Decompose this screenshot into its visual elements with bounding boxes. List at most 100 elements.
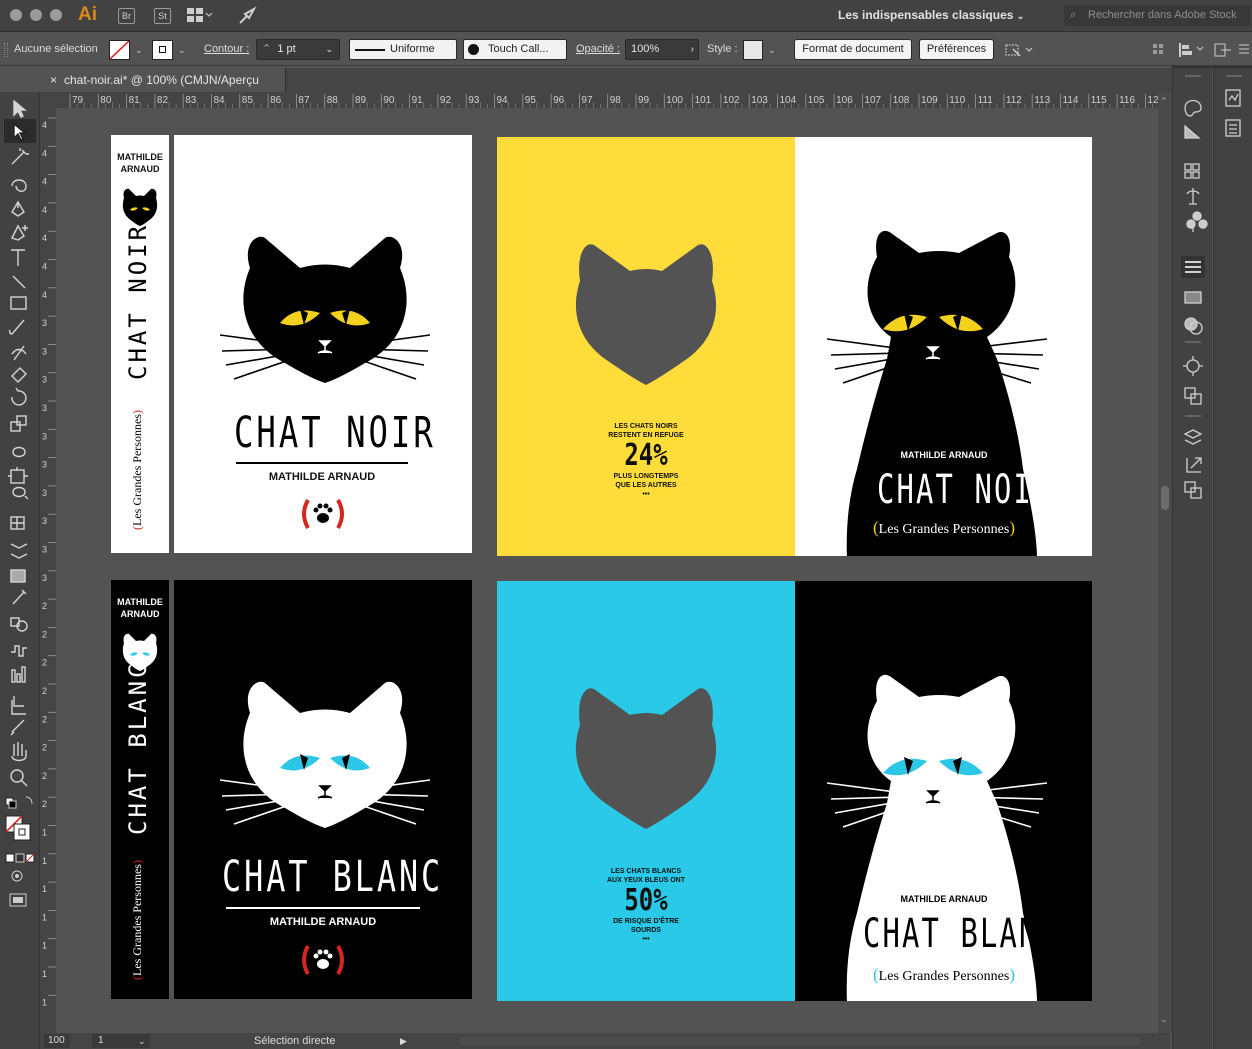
panel-dock-left [1172, 68, 1212, 1049]
chevron-down-icon[interactable]: ⌄ [135, 45, 143, 56]
artboard-noir-wrap[interactable]: LES CHATS NOIRS RESTENT EN REFUGE 24% PLU… [497, 137, 1092, 556]
arrange-documents-icon[interactable] [187, 8, 213, 23]
select-similar-icon[interactable] [1004, 40, 1034, 63]
stroke-panel-icon[interactable] [1183, 257, 1203, 277]
ruler-label: 104 [780, 95, 797, 106]
draw-mode-button[interactable] [4, 870, 36, 884]
layers-icon[interactable] [1183, 424, 1203, 444]
appearance-icon[interactable] [1183, 356, 1203, 376]
line-tool[interactable] [0, 270, 40, 294]
blend-tool[interactable] [0, 612, 40, 636]
eyedropper-tool[interactable] [0, 588, 40, 612]
artboard-tool[interactable] [0, 692, 40, 716]
ruler-label: 2 [42, 743, 47, 753]
libraries-icon[interactable] [1223, 88, 1243, 108]
artboard-blanc-spine[interactable]: MATHILDE ARNAUD CHAT BLANC (Les Grandes P… [111, 580, 169, 999]
rotate-tool[interactable] [0, 390, 40, 414]
magic-wand-tool[interactable] [0, 145, 40, 169]
opacity-label[interactable]: Opacité : [576, 43, 620, 55]
chevron-down-icon[interactable]: ⌄ [768, 45, 776, 56]
swatches-icon[interactable] [1183, 161, 1203, 181]
artboard-blanc-front[interactable]: CHAT BLANC MATHILDE ARNAUD [174, 580, 472, 999]
ruler-label: 85 [242, 95, 254, 106]
zoom-window-button[interactable] [50, 9, 62, 21]
shape-builder-tool[interactable] [0, 486, 40, 510]
ruler-label: 2 [42, 658, 47, 668]
symbols-icon[interactable] [1183, 214, 1203, 234]
stroke-swatch[interactable] [152, 40, 173, 60]
workspace-switcher[interactable]: Les indispensables classiques ⌄ [838, 8, 1024, 22]
opacity-field[interactable]: 100% › [625, 39, 699, 60]
column-graph-tool[interactable] [0, 664, 40, 688]
pen-tool[interactable] [0, 196, 40, 220]
document-setup-button[interactable]: Format de document [794, 39, 912, 60]
close-window-button[interactable] [10, 9, 22, 21]
stroke-label[interactable]: Contour : [204, 43, 249, 55]
stock-button[interactable]: St [154, 8, 171, 24]
direct-selection-tool[interactable] [0, 119, 40, 143]
eraser-tool[interactable] [0, 366, 40, 390]
hand-tool[interactable] [0, 740, 40, 764]
free-transform-tool[interactable] [0, 462, 40, 486]
artboard-noir-front[interactable]: CHAT NOIR MATHILDE ARNAUD [174, 135, 472, 553]
preferences-button[interactable]: Préférences [919, 39, 994, 60]
ruler-label: 1 [42, 941, 47, 951]
ruler-label: 2 [42, 714, 47, 724]
fill-swatch[interactable] [109, 40, 130, 60]
color-mode-buttons[interactable] [4, 850, 36, 864]
ruler-label: 84 [214, 95, 226, 106]
stroke-weight-field[interactable]: ⌃ 1 pt ⌄ [256, 39, 340, 60]
fill-stroke-swatches[interactable] [4, 812, 34, 842]
zoom-field[interactable]: 100 [44, 1034, 70, 1048]
graphic-styles-icon[interactable] [1183, 384, 1203, 404]
chevron-up-icon[interactable]: ⌃ [1160, 96, 1168, 107]
status-menu-arrow[interactable]: ▶ [400, 1033, 407, 1049]
ruler-label: 3 [42, 318, 47, 328]
gradient-tool[interactable] [0, 564, 40, 588]
gray-cat-silhouette [575, 244, 717, 385]
artboard-blanc-wrap[interactable]: LES CHATS BLANCS AUX YEUX BLEUS ONT 50% D… [497, 581, 1092, 1001]
chevron-down-icon[interactable]: ⌄ [1160, 1014, 1168, 1025]
symbol-sprayer-tool[interactable] [0, 640, 40, 664]
width-tool[interactable] [0, 438, 40, 462]
gpu-performance-icon[interactable] [237, 6, 257, 29]
zoom-tool[interactable] [0, 764, 40, 788]
minimize-window-button[interactable] [30, 9, 42, 21]
artboards-icon[interactable] [1183, 478, 1203, 498]
chevron-down-icon[interactable]: ⌄ [138, 1033, 146, 1049]
scrollbar-thumb[interactable] [1161, 486, 1169, 510]
artboard-noir-spine[interactable]: MATHILDE ARNAUD CHAT NOIR (Les Grandes Pe… [111, 135, 169, 553]
screen-mode-button[interactable] [4, 890, 36, 908]
brushes-icon[interactable] [1183, 186, 1203, 206]
slice-tool[interactable] [0, 716, 40, 740]
lasso-tool[interactable] [0, 170, 40, 194]
gradient-panel-icon[interactable] [1183, 122, 1203, 142]
mesh-tool[interactable] [0, 534, 40, 558]
document-tab[interactable]: × chat-noir.ai* @ 100% (CMJN/Aperçu GPU) [44, 68, 286, 111]
horizontal-scrollbar[interactable] [460, 1037, 1140, 1045]
paintbrush-tool[interactable] [0, 318, 40, 342]
curvature-tool[interactable] [0, 222, 40, 246]
bridge-button[interactable]: Br [118, 8, 135, 24]
align-icon[interactable] [1151, 41, 1251, 62]
asset-export-icon[interactable] [1183, 452, 1203, 472]
rectangle-tool[interactable] [0, 294, 40, 318]
chevron-down-icon[interactable]: ⌄ [178, 45, 186, 56]
vertical-scrollbar[interactable]: ⌃ ⌄ [1158, 92, 1172, 1033]
gradient-icon[interactable] [1183, 286, 1203, 306]
transparency-icon[interactable] [1183, 316, 1203, 336]
wrap-author: MATHILDE ARNAUD [900, 450, 988, 460]
close-tab-icon[interactable]: × [50, 68, 57, 92]
stock-search-input[interactable]: ⌕ Rechercher dans Adobe Stock [1064, 5, 1250, 26]
stroke-profile-select[interactable]: Uniforme ⌄ [349, 39, 472, 60]
title-rule [236, 462, 408, 464]
scale-tool[interactable] [0, 414, 40, 438]
shaper-tool[interactable] [0, 342, 40, 366]
properties-icon[interactable] [1223, 118, 1243, 138]
ruler-label: 112 [1006, 95, 1022, 106]
type-tool[interactable] [0, 246, 40, 270]
perspective-grid-tool[interactable] [0, 510, 40, 534]
color-guide-icon[interactable] [1183, 94, 1203, 114]
graphic-style-swatch[interactable] [743, 40, 763, 60]
brush-select[interactable]: Touch Call... ⌄ [463, 39, 582, 60]
